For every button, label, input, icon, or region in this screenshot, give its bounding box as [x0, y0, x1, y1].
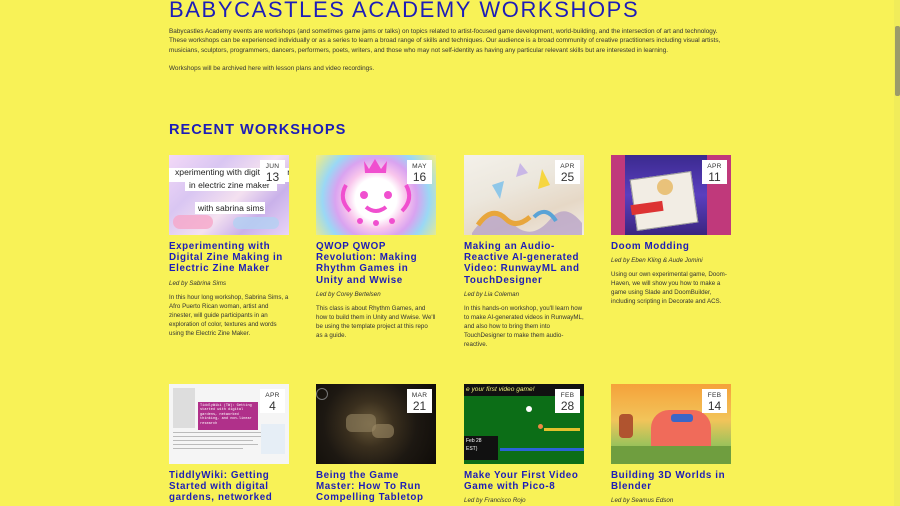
workshop-description: This class is about Rhythm Games, and ho… [316, 304, 436, 339]
workshop-title-link[interactable]: Make Your First Video Game with Pico-8 [464, 470, 584, 492]
thumbnail-text: with sabrina sims [198, 203, 264, 213]
date-badge: APR 25 [555, 160, 580, 184]
thumbnail-text: TiddlyWiki (TW): Getting started with di… [198, 402, 258, 430]
date-day: 11 [708, 170, 721, 184]
workshop-card: TiddlyWiki (TW): Getting started with di… [169, 384, 289, 504]
workshop-card: APR 11 Doom Modding Led by Eben Kling & … [611, 155, 731, 306]
workshop-instructor: Led by Corey Bertelsen [316, 290, 381, 298]
workshop-title-link[interactable]: Being the Game Master: How To Run Compel… [316, 470, 436, 504]
intro-text: Babycastles Academy events are workshops… [169, 27, 735, 83]
workshop-title-link[interactable]: Making an Audio-Reactive AI-generated Vi… [464, 241, 584, 286]
date-day: 21 [412, 399, 427, 413]
workshop-title-link[interactable]: QWOP QWOP Revolution: Making Rhythm Game… [316, 241, 436, 286]
date-badge: FEB 28 [555, 389, 580, 413]
workshop-instructor: Led by Sabrina Sims [169, 279, 227, 287]
workshop-card: e your first video game! Feb 28 EST) FEB… [464, 384, 584, 504]
workshop-thumbnail[interactable]: APR 11 [611, 155, 731, 235]
thumbnail-text: e your first video game! [466, 386, 535, 393]
workshop-description: In this hands-on workshop, you'll learn … [464, 304, 584, 348]
date-badge: JUN 13 [260, 160, 285, 184]
workshop-description: In this hour long workshop, Sabrina Sims… [169, 293, 289, 337]
workshop-thumbnail[interactable]: e your first video game! Feb 28 EST) FEB… [464, 384, 584, 464]
archive-note: Workshops will be archived here with les… [169, 65, 375, 73]
workshop-thumbnail[interactable]: xperimenting with digital zine mak in el… [169, 155, 289, 235]
date-day: 28 [560, 399, 575, 413]
workshop-card: xperimenting with digital zine mak in el… [169, 155, 289, 338]
workshop-instructor: Led by Seamus Edson [611, 497, 674, 505]
date-badge: MAR 21 [407, 389, 432, 413]
workshop-thumbnail[interactable]: APR 25 [464, 155, 584, 235]
date-day: 14 [707, 399, 722, 413]
workshop-thumbnail[interactable]: MAY 16 [316, 155, 436, 235]
workshop-instructor: Led by Eben Kling & Aude Jomini [611, 257, 703, 265]
date-badge: FEB 14 [702, 389, 727, 413]
thumbnail-text: Feb 28 [466, 438, 482, 444]
workshop-thumbnail[interactable]: FEB 14 [611, 384, 731, 464]
date-day: 4 [269, 399, 276, 413]
workshop-card: MAY 16 QWOP QWOP Revolution: Making Rhyt… [316, 155, 436, 340]
intro-paragraph: Babycastles Academy events are workshops… [169, 28, 721, 54]
date-day: 13 [265, 170, 280, 184]
workshop-thumbnail[interactable]: TiddlyWiki (TW): Getting started with di… [169, 384, 289, 464]
workshop-title-link[interactable]: Doom Modding [611, 241, 731, 252]
workshop-card: MAR 21 Being the Game Master: How To Run… [316, 384, 436, 504]
date-badge: MAY 16 [407, 160, 432, 184]
workshop-title-link[interactable]: Experimenting with Digital Zine Making i… [169, 241, 289, 275]
thumbnail-text: in electric zine maker [189, 180, 270, 190]
date-day: 16 [412, 170, 427, 184]
page-scrollbar[interactable] [894, 0, 900, 506]
workshop-description: Using our own experimental game, Doom-Ha… [611, 271, 727, 306]
date-day: 25 [560, 170, 575, 184]
recent-workshops-heading: RECENT WORKSHOPS [169, 122, 347, 138]
thumbnail-text: EST) [466, 446, 478, 452]
workshop-instructor: Led by Lia Coleman [464, 290, 520, 298]
date-badge: APR 11 [702, 160, 727, 184]
workshop-title-link[interactable]: Building 3D Worlds in Blender [611, 470, 731, 492]
workshop-card: FEB 14 Building 3D Worlds in Blender Led… [611, 384, 731, 504]
workshop-title-link[interactable]: TiddlyWiki: Getting Started with digital… [169, 470, 289, 504]
scrollbar-thumb[interactable] [895, 26, 900, 96]
workshop-thumbnail[interactable]: MAR 21 [316, 384, 436, 464]
site-title[interactable]: BABYCASTLES ACADEMY WORKSHOPS [169, 0, 639, 23]
workshop-card: APR 25 Making an Audio-Reactive AI-gener… [464, 155, 584, 349]
workshop-instructor: Led by Francisco Rojo [464, 497, 526, 505]
date-badge: APR 4 [260, 389, 285, 413]
